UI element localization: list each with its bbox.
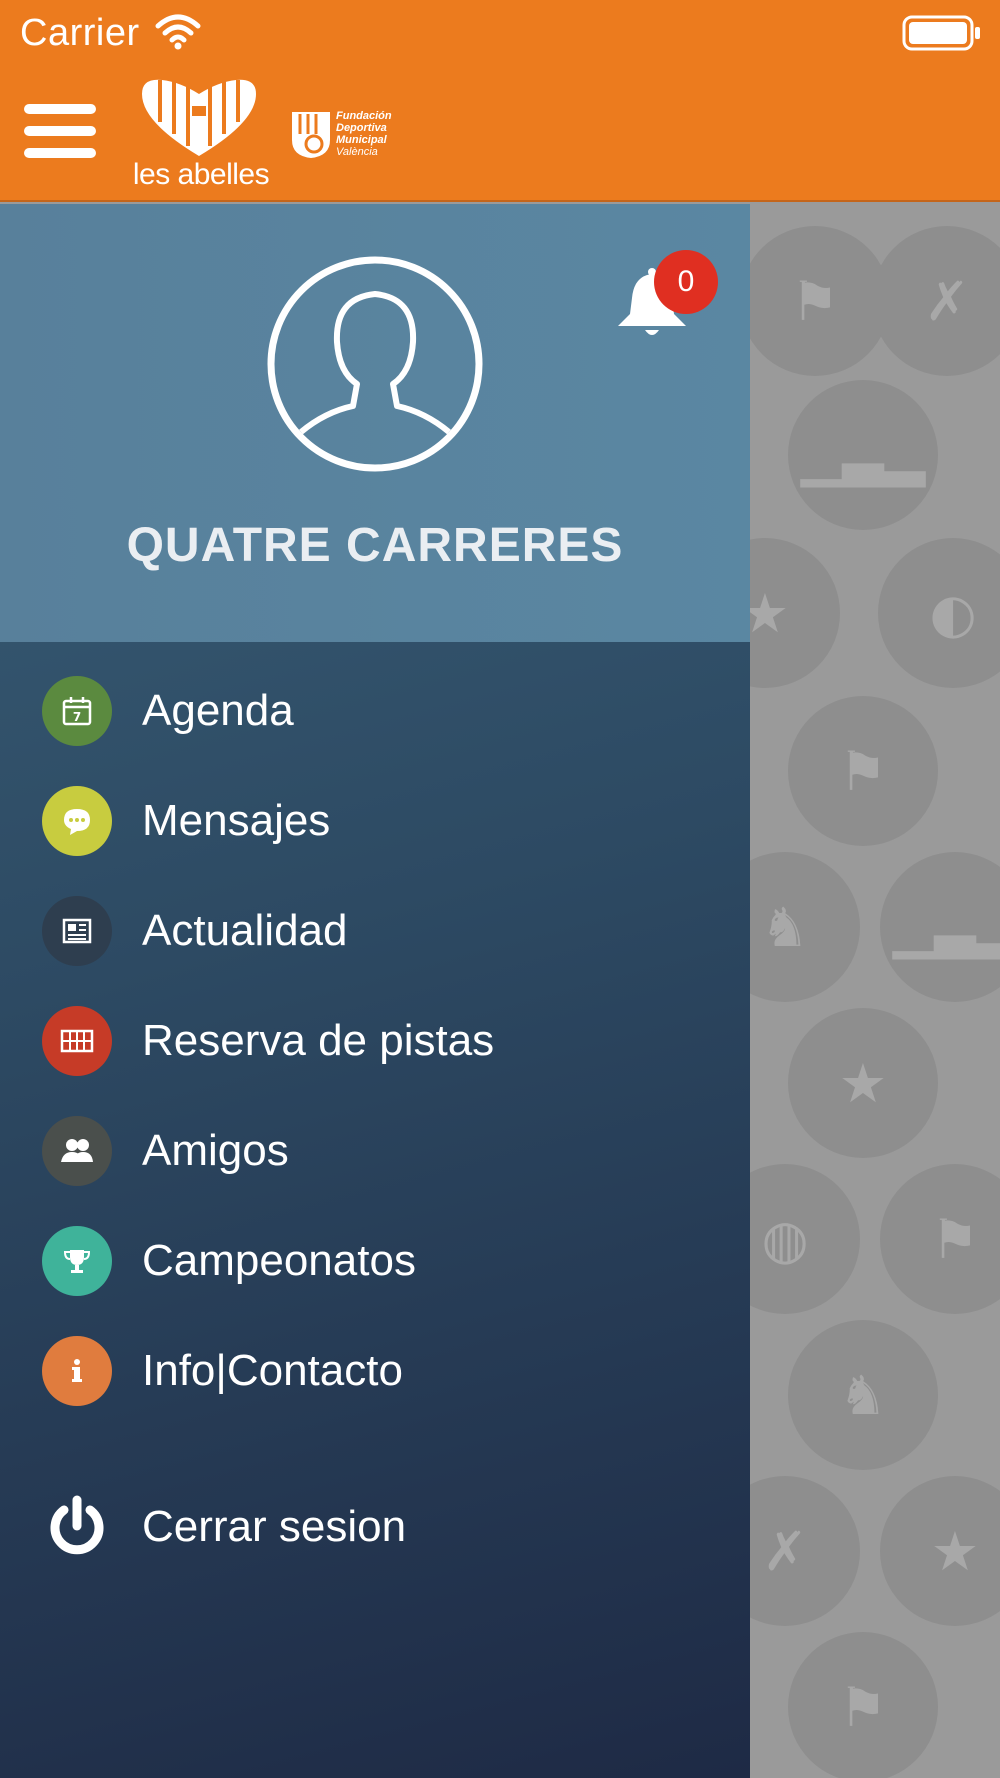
profile-header: 0 QUATRE CARRERES: [0, 204, 750, 642]
menu-item-actualidad[interactable]: Actualidad: [0, 876, 750, 986]
tennis-ball-icon: ◐: [878, 538, 1000, 688]
power-icon: [40, 1490, 114, 1564]
brand-name: les abelles: [132, 158, 270, 191]
menu-label: Campeonatos: [142, 1236, 416, 1285]
notifications[interactable]: 0: [612, 250, 718, 374]
menu-item-campeonatos[interactable]: Campeonatos: [0, 1206, 750, 1316]
hamburger-menu-icon[interactable]: [24, 104, 96, 158]
friends-icon: [42, 1116, 112, 1186]
tactics-icon: ✗: [750, 1476, 860, 1626]
menu-label: Agenda: [142, 686, 294, 735]
status-carrier: Carrier: [20, 12, 140, 54]
svg-text:7: 7: [73, 710, 81, 724]
trophy-icon: [42, 1226, 112, 1296]
fdm-line-3: Municipal: [336, 134, 387, 146]
golf-flag-icon: ⚑: [750, 226, 890, 376]
basketball-icon: ◍: [750, 1164, 860, 1314]
notification-badge: 0: [654, 250, 718, 314]
wifi-icon: [155, 14, 201, 50]
fdm-line-2: Deportiva: [336, 122, 387, 134]
menu-label: Mensajes: [142, 796, 331, 845]
les-abelles-logo: les abelles: [126, 76, 276, 191]
profile-name: QUATRE CARRERES: [126, 519, 624, 572]
golf-flag-icon: ⚑: [880, 1164, 1000, 1314]
background-sports-pattern: ⚑ ✗ ▁▃▂ ★ ◐ ⚑ ♞ ▁▃▂ ★ ◍ ⚑ ♞ ✗ ★ ⚑: [750, 202, 1000, 1778]
runner-icon: ♞: [750, 852, 860, 1002]
info-icon: [42, 1336, 112, 1406]
menu-label: Reserva de pistas: [142, 1016, 495, 1065]
podium-icon: ▁▃▂: [788, 380, 938, 530]
menu-item-reserva-de-pistas[interactable]: Reserva de pistas: [0, 986, 750, 1096]
calendar-icon: 7: [42, 676, 112, 746]
fdm-line-1: Fundación: [336, 110, 392, 122]
court-grid-icon: [42, 1006, 112, 1076]
menu-item-agenda[interactable]: 7 Agenda: [0, 656, 750, 766]
logout-label: Cerrar sesion: [142, 1502, 407, 1551]
newspaper-icon: [42, 896, 112, 966]
runner-icon: ♞: [788, 1320, 938, 1470]
ticket-icon: ★: [788, 1008, 938, 1158]
fdm-line-4: València: [336, 146, 378, 158]
podium-icon: ▁▃▂: [880, 852, 1000, 1002]
fundacion-logo: Fundación Deportiva Municipal València: [290, 108, 410, 162]
bee-heart-icon: [142, 79, 256, 156]
menu-item-mensajes[interactable]: Mensajes: [0, 766, 750, 876]
chat-bubble-icon: [42, 786, 112, 856]
user-avatar-icon[interactable]: [265, 254, 485, 474]
side-drawer: 0 QUATRE CARRERES 7 Agenda Mensajes Actu…: [0, 204, 750, 1778]
menu-item-info-contacto[interactable]: Info|Contacto: [0, 1316, 750, 1426]
menu-item-amigos[interactable]: Amigos: [0, 1096, 750, 1206]
menu-label: Info|Contacto: [142, 1346, 403, 1395]
app-header: Carrier les abelles Fundación Deportiva …: [0, 0, 1000, 202]
golf-flag-icon: ⚑: [788, 696, 938, 846]
battery-icon: [902, 15, 980, 51]
tactics-icon: ✗: [872, 226, 1000, 376]
ticket-icon: ★: [880, 1476, 1000, 1626]
ticket-icon: ★: [750, 538, 840, 688]
menu-label: Amigos: [142, 1126, 289, 1175]
fdm-shield-icon: [292, 112, 330, 158]
logout-button[interactable]: Cerrar sesion: [0, 1472, 750, 1582]
golf-flag-icon: ⚑: [788, 1632, 938, 1778]
menu-label: Actualidad: [142, 906, 348, 955]
